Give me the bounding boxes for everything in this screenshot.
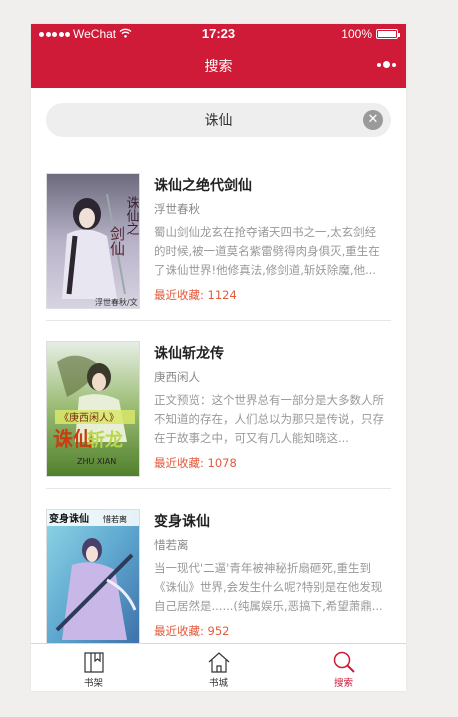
result-list: 诛仙之 剑仙 浮世春秋/文 诛仙之绝代剑仙 浮世春秋 蜀山剑仙龙玄在抢夺诸天四书…: [31, 153, 406, 643]
book-favorites: 最近收藏: 1124: [154, 288, 237, 302]
home-icon: [208, 652, 229, 673]
battery-percent: 100%: [341, 27, 372, 41]
book-author: 庚西闲人: [154, 370, 200, 384]
book-author: 惜若离: [154, 538, 189, 552]
nav-bar: 搜索: [31, 44, 406, 88]
book-item[interactable]: 变身诛仙 惜若离 变身诛仙 惜若离 当一现代'二逼'青年被神秘折扇砸死,重生到《…: [31, 489, 406, 643]
phone-screen: WeChat 17:23 100% 搜索 ✕: [31, 24, 406, 691]
book-description: 当一现代'二逼'青年被神秘折扇砸死,重生到《诛仙》世界,会发生什么呢?特别是在他…: [154, 561, 383, 613]
book-title[interactable]: 诛仙之绝代剑仙: [154, 175, 386, 197]
more-dots-icon[interactable]: [377, 61, 396, 68]
book-favorites: 最近收藏: 1078: [154, 456, 237, 470]
book-author: 浮世春秋: [154, 202, 200, 216]
status-bar: WeChat 17:23 100%: [31, 24, 406, 44]
search-box: ✕: [46, 103, 391, 137]
book-title[interactable]: 诛仙斩龙传: [154, 343, 386, 365]
bookshelf-icon: [83, 652, 104, 673]
book-info: 诛仙斩龙传 庚西闲人 正文预览：这个世界总有一部分是大多数人所不知道的存在，人们…: [154, 343, 386, 471]
status-right: 100%: [341, 27, 400, 41]
book-favorites: 最近收藏: 952: [154, 624, 230, 638]
svg-text:斩龙: 斩龙: [87, 429, 123, 451]
svg-text:剑仙: 剑仙: [108, 226, 126, 256]
book-item[interactable]: 诛仙之 剑仙 浮世春秋/文 诛仙之绝代剑仙 浮世春秋 蜀山剑仙龙玄在抢夺诸天四书…: [31, 153, 406, 321]
book-description: 蜀山剑仙龙玄在抢夺诸天四书之一,太玄剑经的时候,被一道莫名紫雷劈得肉身俱灭,重生…: [154, 225, 380, 277]
book-cover: 诛仙之 剑仙 浮世春秋/文: [46, 173, 140, 309]
tab-search[interactable]: 搜索: [281, 644, 406, 691]
clear-icon[interactable]: ✕: [363, 110, 383, 130]
book-cover: 变身诛仙 惜若离: [46, 509, 140, 643]
svg-text:《庚西闲人》: 《庚西闲人》: [59, 411, 119, 424]
page-title: 搜索: [204, 58, 233, 74]
tab-label: 搜索: [333, 678, 353, 689]
svg-text:ZHU XIAN: ZHU XIAN: [77, 457, 116, 466]
svg-text:变身诛仙: 变身诛仙: [49, 512, 89, 525]
tab-bar: 书架 书城 搜索: [31, 643, 406, 691]
svg-text:浮世春秋/文: 浮世春秋/文: [95, 297, 138, 307]
search-icon: [333, 651, 355, 673]
svg-text:惜若离: 惜若离: [103, 514, 127, 524]
tab-label: 书架: [83, 678, 103, 689]
tab-bookstore[interactable]: 书城: [156, 644, 281, 691]
book-description: 正文预览：这个世界总有一部分是大多数人所不知道的存在，人们总以为那只是传说，只存…: [154, 393, 384, 445]
book-title[interactable]: 变身诛仙: [154, 511, 386, 533]
book-info: 诛仙之绝代剑仙 浮世春秋 蜀山剑仙龙玄在抢夺诸天四书之一,太玄剑经的时候,被一道…: [154, 175, 386, 303]
battery-icon: [376, 29, 400, 39]
book-cover: 《庚西闲人》 诛仙 斩龙 ZHU XIAN: [46, 341, 140, 477]
tab-bookshelf[interactable]: 书架: [31, 644, 156, 691]
book-item[interactable]: 《庚西闲人》 诛仙 斩龙 ZHU XIAN 诛仙斩龙传 庚西闲人 正文预览：这个…: [31, 321, 406, 489]
search-input[interactable]: [46, 103, 391, 137]
search-area: ✕: [31, 88, 406, 153]
tab-label: 书城: [208, 678, 228, 689]
book-info: 变身诛仙 惜若离 当一现代'二逼'青年被神秘折扇砸死,重生到《诛仙》世界,会发生…: [154, 511, 386, 639]
